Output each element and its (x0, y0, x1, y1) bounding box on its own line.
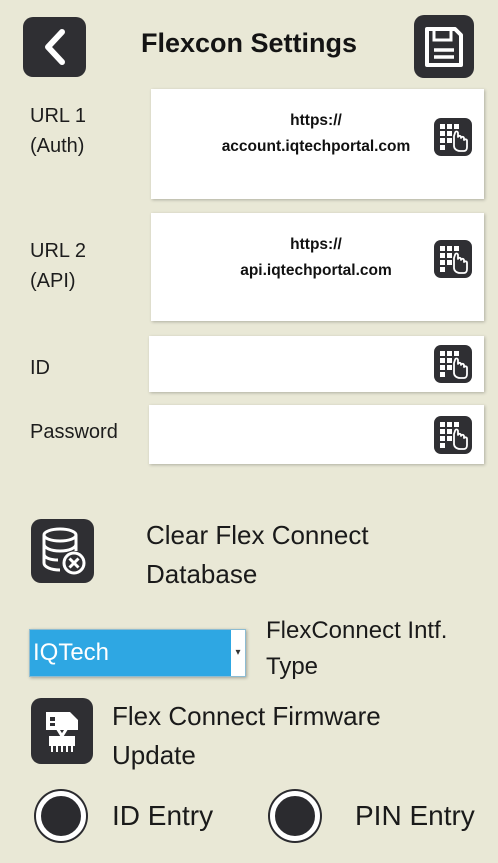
interface-type-select[interactable]: IQTech ▾ (29, 629, 246, 677)
firmware-update-button[interactable] (31, 698, 93, 764)
url1-value: https:// account.iqtechportal.com (221, 112, 411, 155)
interface-type-label: FlexConnect Intf. Type (266, 617, 448, 680)
id-field[interactable] (149, 336, 484, 392)
clear-database-label[interactable]: Clear Flex Connect Database (146, 516, 369, 594)
password-field[interactable] (149, 405, 484, 464)
url1-field[interactable]: https:// account.iqtechportal.com (151, 89, 484, 199)
id-entry-label[interactable]: ID Entry (112, 798, 213, 834)
dropdown-arrow-icon: ▾ (231, 630, 245, 676)
floppy-disk-icon (425, 26, 463, 67)
url2-value: https:// api.iqtechportal.com (240, 236, 392, 279)
url1-label: URL 1 (Auth) (30, 105, 86, 157)
keypad-icon[interactable] (434, 240, 472, 278)
clear-database-button[interactable] (31, 519, 94, 583)
url2-label: URL 2 (API) (30, 240, 86, 292)
keypad-icon[interactable] (434, 345, 472, 383)
id-entry-radio[interactable] (36, 791, 86, 841)
database-delete-icon (42, 527, 85, 575)
url2-field[interactable]: https:// api.iqtechportal.com (151, 213, 484, 321)
keypad-icon[interactable] (434, 118, 472, 156)
pin-entry-radio[interactable] (270, 791, 320, 841)
firmware-update-label[interactable]: Flex Connect Firmware Update (112, 697, 381, 775)
firmware-chip-download-icon (46, 712, 78, 752)
id-label: ID (30, 357, 50, 379)
save-button[interactable] (414, 15, 474, 78)
password-label: Password (30, 421, 118, 443)
keypad-icon[interactable] (434, 416, 472, 454)
pin-entry-label[interactable]: PIN Entry (355, 798, 475, 834)
